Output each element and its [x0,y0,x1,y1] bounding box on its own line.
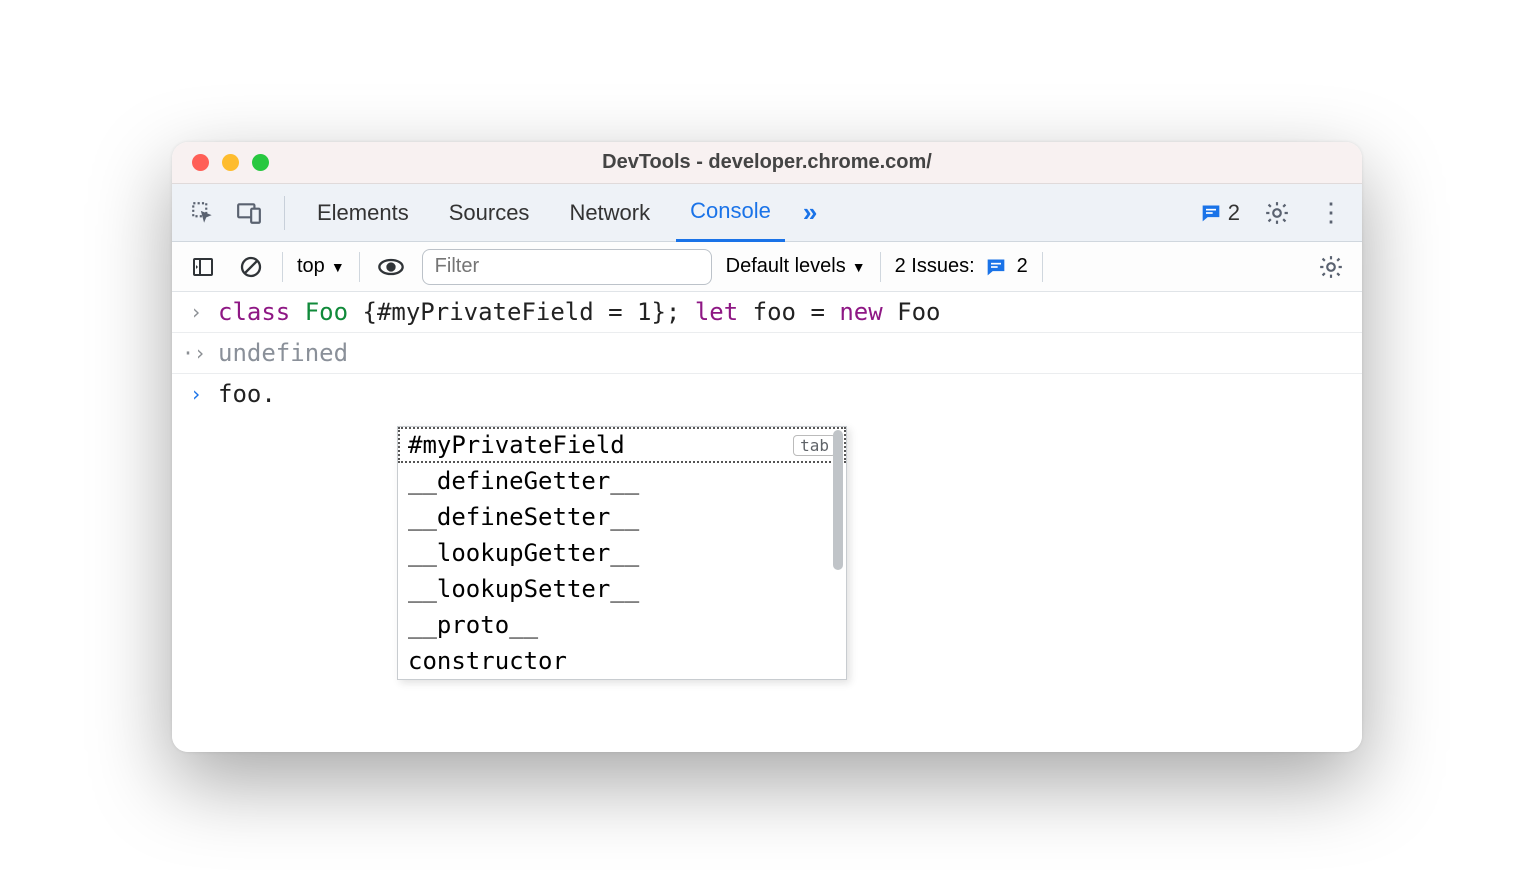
autocomplete-label: __lookupGetter__ [408,539,639,567]
devtools-window: DevTools - developer.chrome.com/ Element… [172,142,1362,752]
settings-icon[interactable] [1260,196,1294,230]
titlebar: DevTools - developer.chrome.com/ [172,142,1362,184]
levels-label: Default levels [726,255,846,278]
autocomplete-item[interactable]: __defineSetter__ [398,499,846,535]
more-tabs-button[interactable]: » [797,197,817,228]
tab-hint: tab [793,435,836,456]
autocomplete-label: __proto__ [408,611,538,639]
messages-count: 2 [1228,200,1240,226]
device-toggle-icon[interactable] [232,196,266,230]
tab-console[interactable]: Console [676,184,785,242]
console-result-line: ‹· undefined [172,333,1362,374]
console-input-line[interactable]: › foo. [172,374,1362,414]
sidebar-toggle-icon[interactable] [186,250,220,284]
autocomplete-item[interactable]: __lookupSetter__ [398,571,846,607]
kebab-menu-icon[interactable]: ⋮ [1314,196,1348,230]
code-line: class Foo {#myPrivateField = 1}; let foo… [218,298,941,326]
autocomplete-item[interactable]: __proto__ [398,607,846,643]
return-arrow-icon: ‹· [190,341,206,365]
console-settings-icon[interactable] [1314,250,1348,284]
log-levels-selector[interactable]: Default levels ▼ [726,255,866,278]
panel-tabbar: Elements Sources Network Console » 2 ⋮ [172,184,1362,242]
result-value: undefined [218,339,348,367]
issues-button[interactable]: 2 Issues: 2 [895,255,1028,278]
issues-label: 2 Issues: [895,255,975,278]
minimize-window-button[interactable] [222,154,239,171]
context-selector[interactable]: top ▼ [297,255,345,278]
inspect-icon[interactable] [186,196,220,230]
autocomplete-label: constructor [408,647,567,675]
dropdown-icon: ▼ [331,259,345,275]
issues-count: 2 [1017,255,1028,278]
scrollbar-thumb[interactable] [833,430,843,570]
autocomplete-label: __lookupSetter__ [408,575,639,603]
separator [284,196,285,230]
context-label: top [297,255,325,278]
autocomplete-popup: #myPrivateField tab __defineGetter__ __d… [397,426,847,680]
console-toolbar: top ▼ Default levels ▼ 2 Issues: 2 [172,242,1362,292]
tab-sources[interactable]: Sources [435,184,544,242]
separator [359,252,360,282]
tabbar-right: 2 ⋮ [1200,196,1348,230]
maximize-window-button[interactable] [252,154,269,171]
messages-button[interactable]: 2 [1200,200,1240,226]
autocomplete-item[interactable]: #myPrivateField tab [398,427,846,463]
console-body: › class Foo {#myPrivateField = 1}; let f… [172,292,1362,752]
autocomplete-label: __defineSetter__ [408,503,639,531]
window-controls [192,154,269,171]
console-history-line[interactable]: › class Foo {#myPrivateField = 1}; let f… [172,292,1362,333]
console-input[interactable]: foo. [218,380,276,408]
chevron-right-icon: › [190,382,206,406]
autocomplete-item[interactable]: __lookupGetter__ [398,535,846,571]
autocomplete-label: #myPrivateField [408,431,625,459]
tab-network[interactable]: Network [555,184,664,242]
autocomplete-item[interactable]: constructor [398,643,846,679]
chevron-right-icon: › [190,300,206,324]
separator [880,252,881,282]
autocomplete-item[interactable]: __defineGetter__ [398,463,846,499]
tab-elements[interactable]: Elements [303,184,423,242]
dropdown-icon: ▼ [852,259,866,275]
clear-console-icon[interactable] [234,250,268,284]
separator [1042,252,1043,282]
autocomplete-label: __defineGetter__ [408,467,639,495]
separator [282,252,283,282]
close-window-button[interactable] [192,154,209,171]
filter-input[interactable] [422,249,712,285]
live-expression-icon[interactable] [374,250,408,284]
window-title: DevTools - developer.chrome.com/ [172,151,1362,174]
